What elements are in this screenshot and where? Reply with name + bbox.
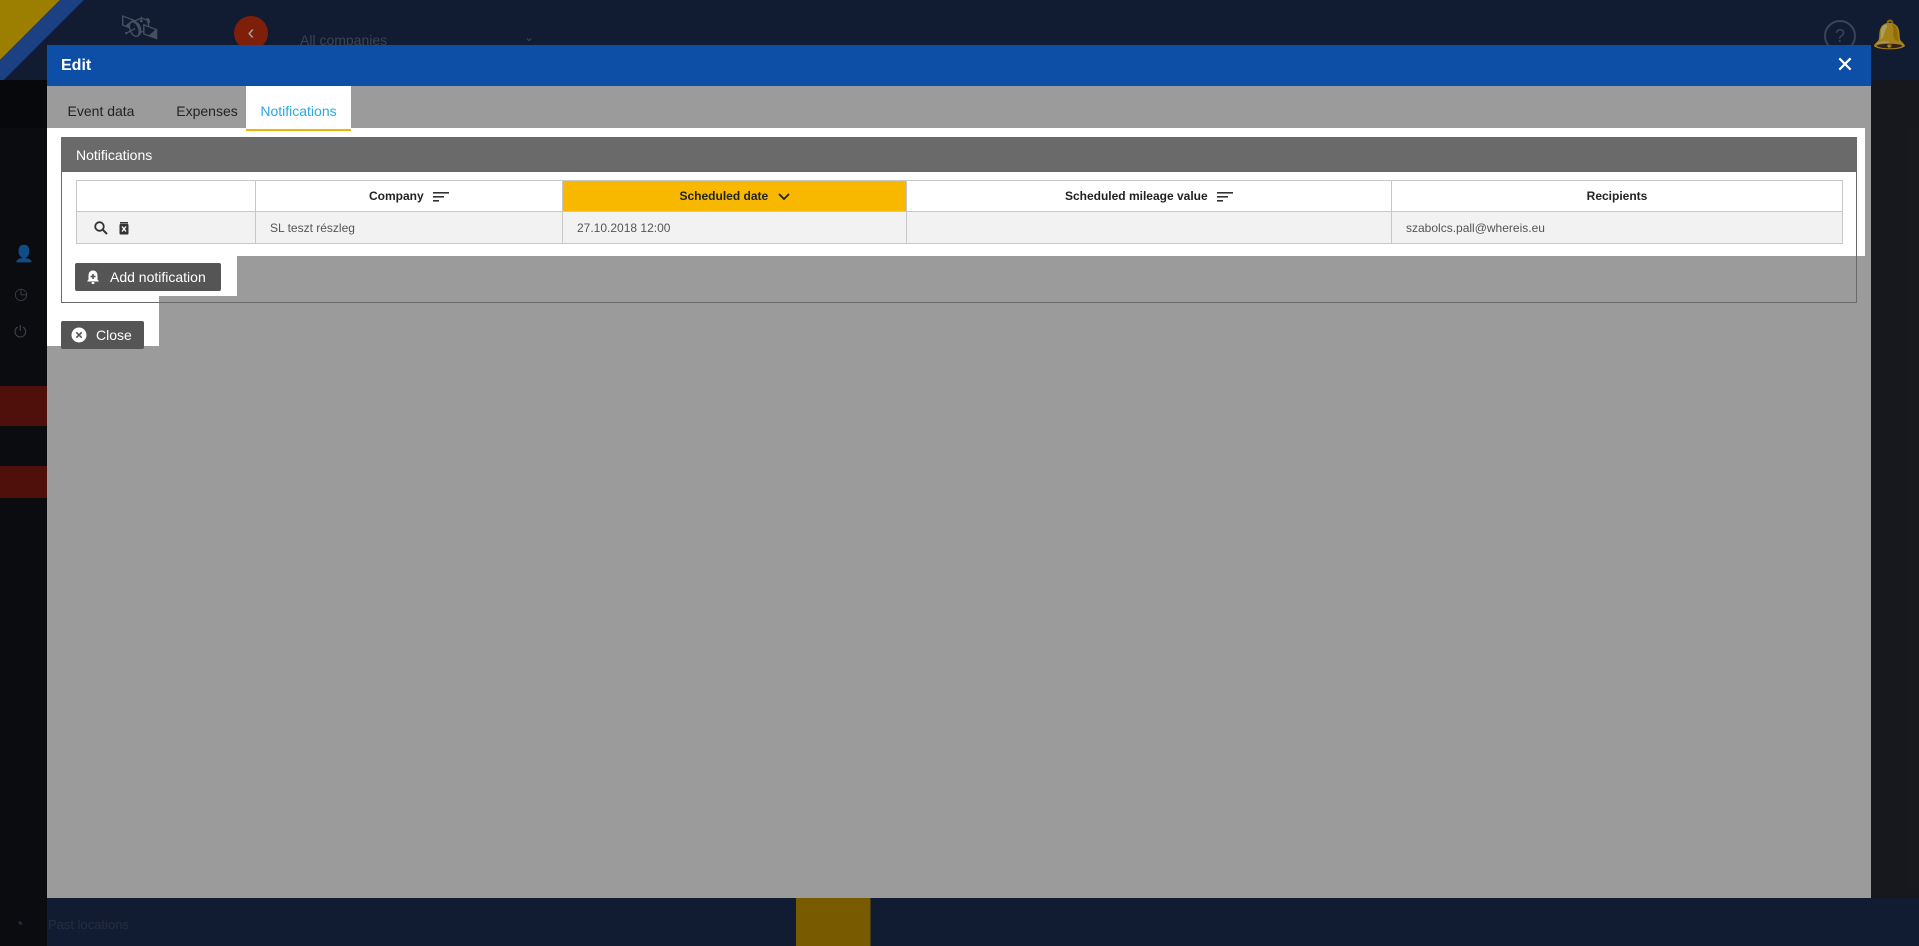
add-notification-button[interactable]: Add notification bbox=[75, 263, 221, 291]
close-button-label: Close bbox=[96, 327, 132, 343]
notifications-section: Notifications Company Scheduled date Sch… bbox=[61, 137, 1857, 303]
close-button[interactable]: Close bbox=[61, 321, 144, 349]
notifications-table: Company Scheduled date Scheduled mileage… bbox=[76, 180, 1843, 244]
cell-company: SL teszt részleg bbox=[255, 211, 563, 244]
search-icon[interactable] bbox=[93, 220, 109, 236]
chevron-down-icon bbox=[777, 193, 790, 201]
cell-scheduled-mileage bbox=[906, 211, 1392, 244]
cell-scheduled-date: 27.10.2018 12:00 bbox=[562, 211, 907, 244]
cell-recipients: szabolcs.pall@whereis.eu bbox=[1391, 211, 1843, 244]
add-bell-icon bbox=[87, 270, 99, 284]
tab-expenses[interactable]: Expenses bbox=[168, 86, 246, 131]
row-actions-cell bbox=[76, 211, 256, 244]
table-row: SL teszt részleg 27.10.2018 12:00 szabol… bbox=[76, 211, 1843, 244]
delete-icon[interactable] bbox=[116, 220, 132, 236]
column-header-company[interactable]: Company bbox=[255, 180, 563, 212]
column-header-scheduled-date[interactable]: Scheduled date bbox=[562, 180, 907, 212]
sort-icon bbox=[433, 191, 450, 202]
column-header-recipients: Recipients bbox=[1391, 180, 1843, 212]
section-title: Notifications bbox=[76, 147, 153, 163]
dialog-header: Edit ✕ bbox=[47, 45, 1871, 86]
tab-bar: Event data Expenses Notifications bbox=[47, 86, 1871, 131]
close-icon[interactable]: ✕ bbox=[1833, 53, 1857, 77]
sort-icon bbox=[1217, 191, 1234, 202]
section-header: Notifications bbox=[62, 138, 1856, 172]
dialog-title: Edit bbox=[61, 57, 92, 74]
close-circle-icon bbox=[71, 327, 87, 343]
edit-dialog: Edit ✕ Event data Expenses Notifications… bbox=[47, 45, 1871, 898]
table-header-row: Company Scheduled date Scheduled mileage… bbox=[76, 180, 1843, 212]
tab-event-data[interactable]: Event data bbox=[61, 86, 141, 131]
column-header-scheduled-mileage[interactable]: Scheduled mileage value bbox=[906, 180, 1392, 212]
add-notification-label: Add notification bbox=[110, 269, 206, 285]
tab-notifications[interactable]: Notifications bbox=[246, 86, 351, 131]
column-header-actions bbox=[76, 180, 256, 212]
